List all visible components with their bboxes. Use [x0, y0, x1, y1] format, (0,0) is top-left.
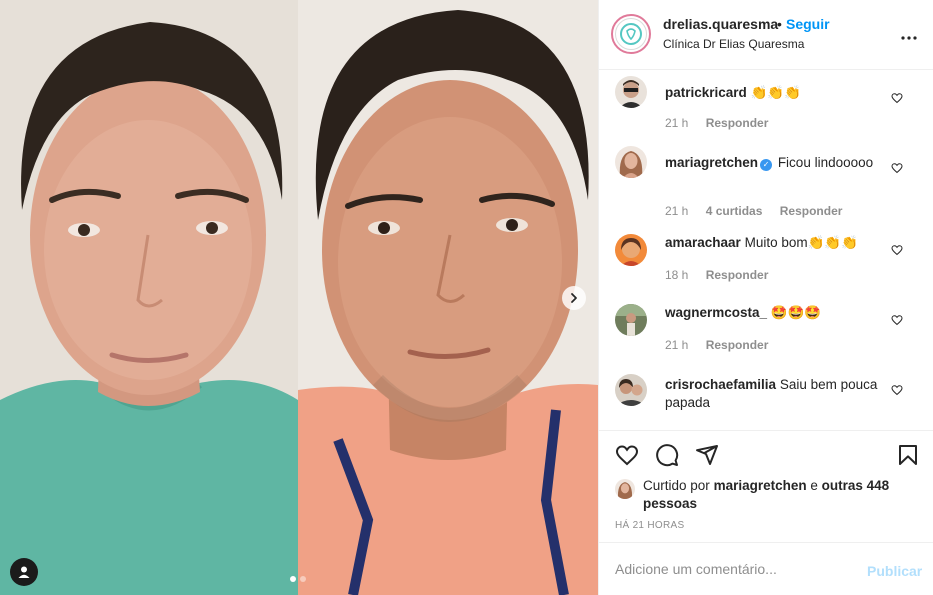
carousel-dot [300, 576, 306, 582]
more-options-button[interactable] [901, 24, 917, 45]
avatar[interactable] [615, 374, 647, 406]
more-icon [901, 36, 917, 40]
carousel-indicator [290, 576, 306, 582]
separator: • [777, 16, 782, 32]
user-tag-button[interactable] [10, 558, 38, 586]
likes-conj: e [810, 478, 818, 493]
comment-body: Muito bom👏👏👏 [744, 235, 859, 250]
location-link[interactable]: Clínica Dr Elias Quaresma [663, 37, 804, 51]
avatar[interactable] [615, 76, 647, 108]
avatar[interactable] [615, 479, 635, 499]
likes-prefix: Curtido por [643, 478, 710, 493]
like-comment-icon[interactable] [891, 92, 903, 104]
comment-text: mariagretchen ✓ Ficou lindooooo [665, 154, 887, 172]
chevron-right-icon [571, 293, 577, 303]
comment-text: wagnermcosta_ 🤩🤩🤩 [665, 304, 887, 322]
post-actions: Curtido por mariagretchen e outras 448 p… [599, 430, 933, 542]
before-photo [0, 0, 298, 595]
post-media[interactable] [0, 0, 598, 595]
comment-meta: 21 h 4 curtidas Responder [665, 204, 856, 218]
verified-badge-icon: ✓ [760, 159, 773, 171]
after-photo [298, 0, 598, 595]
avatar[interactable] [615, 304, 647, 336]
comment-icon[interactable] [655, 443, 679, 467]
comments-list[interactable]: patrickricard 👏👏👏 21 h Responder mariagr… [599, 70, 933, 430]
comment-time[interactable]: 18 h [665, 268, 688, 282]
comment-input[interactable] [615, 561, 845, 577]
comment-username[interactable]: amarachaar [665, 235, 741, 250]
like-comment-icon[interactable] [891, 162, 903, 174]
comment-username[interactable]: crisrochaefamilia [665, 377, 776, 392]
reply-button[interactable]: Responder [706, 116, 769, 130]
clinic-logo-icon [620, 23, 642, 45]
reply-button[interactable]: Responder [780, 204, 843, 218]
heart-icon[interactable] [615, 443, 639, 467]
like-comment-icon[interactable] [891, 384, 903, 396]
reply-button[interactable]: Responder [706, 338, 769, 352]
user-tag-icon [18, 566, 30, 578]
author-username[interactable]: drelias.quaresma [663, 16, 778, 32]
comment-time[interactable]: 21 h [665, 338, 688, 352]
comment-time[interactable]: 21 h [665, 204, 688, 218]
avatar[interactable] [615, 234, 647, 266]
comment-text: patrickricard 👏👏👏 [665, 84, 887, 102]
reply-button[interactable]: Responder [706, 268, 769, 282]
likes-user[interactable]: mariagretchen [714, 478, 807, 493]
comment-username[interactable]: patrickricard [665, 85, 747, 100]
like-comment-icon[interactable] [891, 314, 903, 326]
carousel-dot-active [290, 576, 296, 582]
author-avatar[interactable] [611, 14, 651, 54]
post-time[interactable]: HÁ 21 HORAS [615, 520, 684, 531]
publish-button[interactable]: Publicar [867, 563, 922, 579]
comment-text: amarachaar Muito bom👏👏👏 [665, 234, 887, 252]
comment-username[interactable]: wagnermcosta_ [665, 305, 767, 320]
comment-username[interactable]: mariagretchen [665, 155, 758, 170]
comment-meta: 18 h Responder [665, 268, 782, 282]
comment-body: 👏👏👏 [750, 85, 801, 100]
like-comment-icon[interactable] [891, 244, 903, 256]
share-icon[interactable] [695, 443, 719, 467]
post-header: drelias.quaresma • Seguir Clínica Dr Eli… [599, 0, 933, 70]
comment-meta: 21 h Responder [665, 116, 782, 130]
comment-body: 🤩🤩🤩 [770, 305, 822, 320]
comment-time[interactable]: 21 h [665, 116, 688, 130]
likes-count-link[interactable]: 4 curtidas [706, 204, 763, 218]
comment-meta: 21 h Responder [665, 338, 782, 352]
next-slide-button[interactable] [562, 286, 586, 310]
comment-body: Ficou lindooooo [777, 155, 874, 170]
post-side-panel: drelias.quaresma • Seguir Clínica Dr Eli… [598, 0, 933, 595]
comment-text: crisrochaefamilia Saiu bem pouca papada [665, 376, 887, 412]
add-comment-bar: Publicar [599, 542, 933, 595]
avatar[interactable] [615, 146, 647, 178]
follow-button[interactable]: Seguir [786, 16, 830, 32]
bookmark-icon[interactable] [896, 443, 920, 467]
